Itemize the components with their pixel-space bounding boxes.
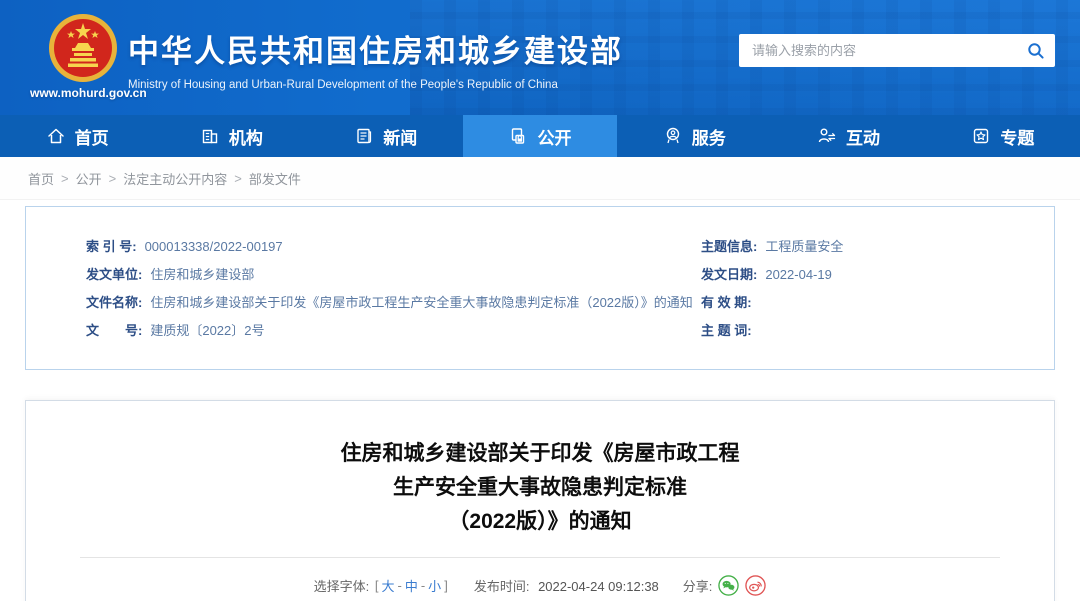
meta-row-document-title: 文件名称: 住房和城乡建设部关于印发《房屋市政工程生产安全重大事故隐患判定标准（… [86,289,701,317]
national-emblem-icon [47,12,119,84]
nav-item-news[interactable]: 新闻 [309,115,463,157]
article-title: 住房和城乡建设部关于印发《房屋市政工程 生产安全重大事故隐患判定标准 （2022… [26,437,1054,539]
meta-label: 主题信息: [701,233,757,261]
nav-item-organization[interactable]: 机构 [154,115,308,157]
nav-label: 互动 [846,124,880,149]
meta-value: 建质规〔2022〕2号 [150,317,264,345]
breadcrumb-separator: > [109,171,117,186]
organization-icon [200,126,220,146]
meta-value: 住房和城乡建设部关于印发《房屋市政工程生产安全重大事故隐患判定标准（2022版）… [150,289,692,317]
font-chooser-bracket: ] [444,578,448,593]
article-title-line: 生产安全重大事故隐患判定标准 [26,471,1054,505]
meta-row-issuing-unit: 发文单位: 住房和城乡建设部 [86,261,701,289]
site-title: 中华人民共和国住房和城乡建设部 [128,26,623,71]
meta-label: 主 题 词: [701,317,752,345]
share-label: 分享: [683,576,713,595]
nav-label: 公开 [537,124,571,149]
breadcrumb-separator: > [234,171,242,186]
meta-column-right: 主题信息: 工程质量安全 发文日期: 2022-04-19 有 效 期: 主 题… [701,233,1054,345]
nav-label: 服务 [692,124,726,149]
site-subtitle: Ministry of Housing and Urban-Rural Deve… [128,79,623,91]
site-title-block: 中华人民共和国住房和城乡建设部 Ministry of Housing and … [128,26,623,91]
meta-column-left: 索 引 号: 000013338/2022-00197 发文单位: 住房和城乡建… [26,233,701,345]
article-box: 住房和城乡建设部关于印发《房屋市政工程 生产安全重大事故隐患判定标准 （2022… [25,400,1055,601]
meta-label: 文件名称: [86,289,142,317]
news-icon [354,126,374,146]
article-title-line: 住房和城乡建设部关于印发《房屋市政工程 [26,437,1054,471]
search-box [739,34,1055,67]
meta-label: 文 号: [86,317,142,345]
meta-row-index-number: 索 引 号: 000013338/2022-00197 [86,233,701,261]
nav-item-disclosure[interactable]: 公开 [463,115,617,157]
publish-time-block: 发布时间: 2022-04-24 09:12:38 [474,576,659,595]
breadcrumb-disclosure[interactable]: 公开 [76,169,102,188]
search-input[interactable] [739,43,1017,58]
font-chooser-label: 选择字体: [314,576,370,595]
meta-label: 索 引 号: [86,233,137,261]
font-size-medium-button[interactable]: 中 [405,576,418,595]
breadcrumb: 首页 > 公开 > 法定主动公开内容 > 部发文件 [0,157,1080,200]
site-url: www.mohurd.gov.cn [30,86,135,100]
site-logo[interactable]: www.mohurd.gov.cn [30,12,135,100]
meta-value: 住房和城乡建设部 [150,261,254,289]
meta-value: 2022-04-19 [765,261,832,289]
wechat-share-icon[interactable] [718,575,739,596]
nav-item-interaction[interactable]: 互动 [771,115,925,157]
meta-label: 发文单位: [86,261,142,289]
font-chooser-bracket: [ [375,578,379,593]
nav-label: 机构 [229,124,263,149]
document-meta-box: 索 引 号: 000013338/2022-00197 发文单位: 住房和城乡建… [25,206,1055,370]
nav-item-home[interactable]: 首页 [0,115,154,157]
publish-time-value: 2022-04-24 09:12:38 [538,579,659,594]
meta-row-validity-period: 有 效 期: [701,289,1054,317]
font-chooser-dash: - [397,578,401,593]
breadcrumb-statutory-content[interactable]: 法定主动公开内容 [123,169,227,188]
disclosure-icon [508,126,528,146]
font-chooser-dash: - [421,578,425,593]
font-size-small-button[interactable]: 小 [428,576,441,595]
home-icon [46,126,66,146]
article-meta-row: 选择字体: [ 大 - 中 - 小 ] 发布时间: 2022-04-24 09:… [26,575,1054,596]
breadcrumb-ministry-documents[interactable]: 部发文件 [249,169,301,188]
topic-icon [971,126,991,146]
meta-value: 工程质量安全 [765,233,843,261]
meta-row-issue-date: 发文日期: 2022-04-19 [701,261,1054,289]
site-header: www.mohurd.gov.cn 中华人民共和国住房和城乡建设部 Minist… [0,0,1080,115]
nav-label: 新闻 [383,124,417,149]
search-button[interactable] [1017,34,1055,67]
meta-row-subject-words: 主 题 词: [701,317,1054,345]
breadcrumb-home[interactable]: 首页 [28,169,54,188]
publish-time-label: 发布时间: [474,579,530,594]
meta-label: 发文日期: [701,261,757,289]
interaction-icon [817,126,837,146]
main-nav: 首页 机构 新闻 公开 [0,115,1080,157]
weibo-share-icon[interactable] [745,575,766,596]
meta-label: 有 效 期: [701,289,752,317]
meta-row-document-number: 文 号: 建质规〔2022〕2号 [86,317,701,345]
meta-value: 000013338/2022-00197 [145,233,283,261]
breadcrumb-separator: > [61,171,69,186]
article-title-line: （2022版）》的通知 [26,505,1054,539]
nav-item-service[interactable]: 服务 [617,115,771,157]
search-icon [1027,42,1045,60]
nav-label: 专题 [1000,124,1034,149]
font-size-large-button[interactable]: 大 [381,576,394,595]
service-icon [663,126,683,146]
title-divider [80,557,1000,558]
nav-item-topics[interactable]: 专题 [926,115,1080,157]
meta-row-subject-info: 主题信息: 工程质量安全 [701,233,1054,261]
share-block: 分享: [683,575,767,596]
nav-label: 首页 [75,124,109,149]
